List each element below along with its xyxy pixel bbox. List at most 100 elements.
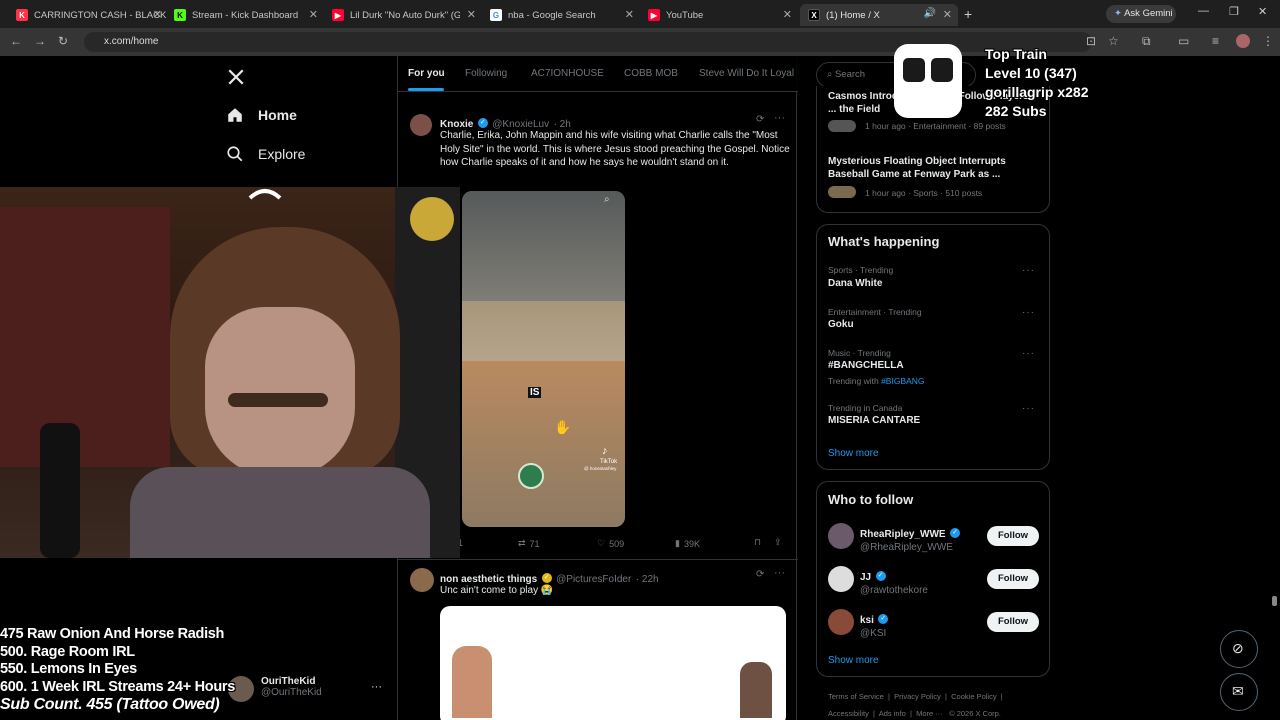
post[interactable]: non aesthetic things ✓ @PicturesFoIder ·… [398,560,798,720]
bookmark-star-icon[interactable]: ☆ [1108,34,1119,48]
follow-button[interactable]: Follow [987,612,1039,632]
zoom-icon[interactable]: ⌕ [604,194,610,205]
tab-steve-will-do-it-loyal[interactable]: Steve Will Do It Loyal [699,68,794,79]
split-view-icon[interactable]: ▭ [1178,34,1189,48]
section-title: What's happening [828,234,940,249]
close-icon[interactable]: ✕ [625,8,634,21]
avatar[interactable] [828,566,854,592]
bookmark-icon[interactable]: ⊓ [754,537,761,548]
follow-button[interactable]: Follow [987,526,1039,546]
footer-link[interactable]: Cookie Policy [951,692,996,701]
tab-for-you[interactable]: For you [408,68,445,79]
follow-button[interactable]: Follow [987,569,1039,589]
browser-tab[interactable]: ▶ YouTube ✕ [640,4,798,26]
close-icon[interactable]: ✕ [467,8,476,21]
webcam-microphone [40,423,80,558]
like-action[interactable]: ♡ 509 [597,538,624,549]
forward-icon[interactable]: → [34,34,46,48]
trend-title[interactable]: MISERIA CANTARE [828,415,920,426]
restore-icon[interactable]: ❐ [1229,5,1239,18]
suggest-name[interactable]: RheaRipley_WWE [860,529,946,540]
trend-related-link[interactable]: #BIGBANG [881,376,924,386]
tab-label: Lil Durk "No Auto Durk" (G Her [350,9,460,21]
more-icon[interactable]: ··· [1022,265,1035,276]
post-video[interactable]: ⌕ IS ✋ ♪ TikTok @ honestashley [462,191,625,527]
right-sidebar: ⌕ Search Casmos Introduces ... That Foll… [816,56,1056,720]
more-icon[interactable]: ··· [1022,348,1035,359]
browser-tab[interactable]: K CARRINGTON CASH - BLACK B ✕ [8,4,168,26]
more-icon[interactable]: ··· [774,567,785,579]
back-icon[interactable]: ← [10,34,22,48]
video-scene-ground [462,361,625,527]
share-icon[interactable]: ⇪ [774,537,782,548]
tab-cobb-mob[interactable]: COBB MOB [624,68,678,79]
browser-tab[interactable]: G nba - Google Search ✕ [482,4,640,26]
speaker-icon[interactable]: 🔊 [924,8,936,19]
avatar[interactable] [410,114,432,136]
close-icon[interactable]: ✕ [943,8,952,21]
trend-meta: Music · Trending [828,348,891,358]
views-icon: ▮ [675,538,680,548]
footer-links: Terms of Service | Privacy Policy | Cook… [828,692,1003,701]
new-tab-icon[interactable]: + [964,6,972,22]
grok-button[interactable]: ⊘ [1220,630,1258,668]
menu-dots-icon[interactable]: ⋮ [1262,34,1274,48]
show-more-link[interactable]: Show more [828,655,879,666]
close-icon[interactable]: ✕ [153,8,162,21]
suggest-name[interactable]: JJ [860,572,871,583]
verified-gold-icon: ✓ [541,572,552,583]
x-logo-icon[interactable] [227,68,245,86]
google-favicon-icon: G [490,9,502,21]
footer-link[interactable]: Privacy Policy [894,692,941,701]
close-icon[interactable]: ✕ [309,8,318,21]
profile-avatar[interactable] [1236,34,1250,48]
trend-title[interactable]: #BANGCHELLA [828,360,904,371]
suggest-name[interactable]: ksi [860,615,874,626]
avatar[interactable] [410,568,434,592]
ask-gemini-button[interactable]: ✦ Ask Gemini [1106,5,1176,23]
minimize-icon[interactable]: — [1198,5,1209,17]
active-tab-indicator [408,88,444,91]
footer-link[interactable]: Ads info [879,709,906,718]
nav-home[interactable]: Home [226,106,297,124]
more-icon[interactable]: ··· [1022,403,1035,414]
show-more-link[interactable]: Show more [828,448,879,459]
video-caption: IS [528,387,542,398]
more-icon[interactable]: ··· [774,112,785,124]
browser-tab[interactable]: ▶ Lil Durk "No Auto Durk" (G Her ✕ [324,4,482,26]
more-icon[interactable]: ··· [1022,307,1035,318]
nav-explore[interactable]: Explore [226,145,305,163]
extensions-icon[interactable]: ⧉ [1142,34,1151,49]
more-icon[interactable]: ··· [371,681,382,693]
trend-title[interactable]: Dana White [828,278,882,289]
close-icon[interactable]: ✕ [783,8,792,21]
verified-icon: ✓ [477,117,488,128]
avatar[interactable] [828,609,854,635]
trend-meta: Trending in Canada [828,403,903,413]
views-action[interactable]: ▮ 39K [675,538,700,549]
footer-link[interactable]: More ··· [916,709,943,718]
post-media[interactable] [440,606,786,720]
repost-action[interactable]: ⇄ 71 [518,538,540,549]
grok-icon[interactable]: ⟳ [756,114,764,125]
tab-ac7ionhouse[interactable]: AC7IONHOUSE [531,68,604,79]
footer-link[interactable]: Accessibility [828,709,869,718]
tab-label: YouTube [666,9,704,21]
messages-button[interactable]: ✉ [1220,673,1258,711]
scrollbar-thumb[interactable] [1272,596,1277,606]
close-window-icon[interactable]: ✕ [1258,5,1267,18]
grok-icon[interactable]: ⟳ [756,569,764,580]
top-train-title: Top Train [985,46,1047,62]
browser-tab-bar: K CARRINGTON CASH - BLACK B ✕ K Stream -… [0,0,1280,28]
media-icon[interactable]: ≡ [1212,34,1219,48]
tab-following[interactable]: Following [465,68,507,79]
news-title[interactable]: Mysterious Floating Object Interrupts Ba… [828,155,1038,181]
reload-icon[interactable]: ↻ [58,34,68,48]
avatar[interactable] [828,523,854,549]
browser-tab[interactable]: K Stream - Kick Dashboard ✕ [166,4,324,26]
browser-tab-active[interactable]: X (1) Home / X 🔊 ✕ [800,4,958,26]
footer-link[interactable]: Terms of Service [828,692,884,701]
emblem-icon [518,463,544,489]
nav-home-label: Home [258,107,297,123]
trend-title[interactable]: Goku [828,319,854,330]
